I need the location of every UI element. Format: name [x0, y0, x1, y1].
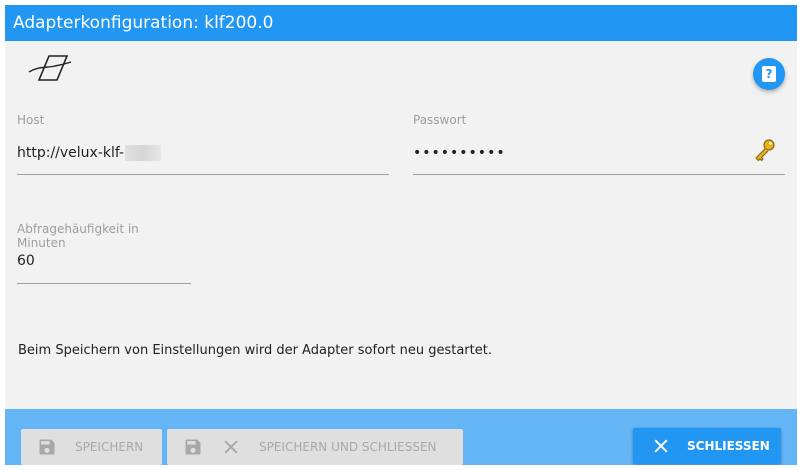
polling-label-line1: Abfragehäufigkeit in [17, 222, 139, 236]
save-and-close-label: SPEICHERN UND SCHLIESSEN [259, 440, 437, 454]
save-button[interactable]: SPEICHERN [21, 429, 162, 465]
password-underline [413, 174, 785, 175]
velux-klf-logo [28, 55, 72, 81]
close-label: SCHLIESSEN [687, 439, 770, 453]
close-button[interactable]: SCHLIESSEN [633, 428, 781, 464]
host-input[interactable]: http://velux-klf- [17, 144, 162, 162]
close-icon [654, 439, 668, 453]
polling-label-line2: Minuten [17, 236, 66, 250]
save-icon [185, 439, 201, 455]
password-label: Passwort [413, 113, 467, 127]
adapter-config-dialog: Adapterkonfiguration: klf200.0 ? Host ht… [5, 5, 797, 465]
redacted-blur [125, 145, 162, 161]
help-book-icon: ? [762, 66, 776, 82]
password-input[interactable]: •••••••••• [413, 144, 506, 162]
polling-input[interactable]: 60 [17, 252, 35, 270]
host-value: http://velux-klf- [17, 145, 125, 161]
save-and-close-button[interactable]: SPEICHERN UND SCHLIESSEN [167, 429, 463, 465]
key-icon[interactable] [752, 137, 778, 163]
polling-underline [17, 283, 191, 284]
dialog-footer: SPEICHERN SPEICHERN UND SCHLIESSEN SCHLI… [5, 409, 797, 465]
host-label: Host [17, 113, 45, 127]
save-label: SPEICHERN [75, 440, 144, 454]
close-icon [224, 440, 238, 454]
host-underline [17, 174, 389, 175]
dialog-title: Adapterkonfiguration: klf200.0 [5, 5, 797, 41]
polling-label: Abfragehäufigkeit in Minuten [17, 222, 139, 250]
help-button[interactable]: ? [753, 58, 785, 90]
save-icon [39, 439, 55, 455]
restart-notice: Beim Speichern von Einstellungen wird de… [18, 343, 492, 358]
